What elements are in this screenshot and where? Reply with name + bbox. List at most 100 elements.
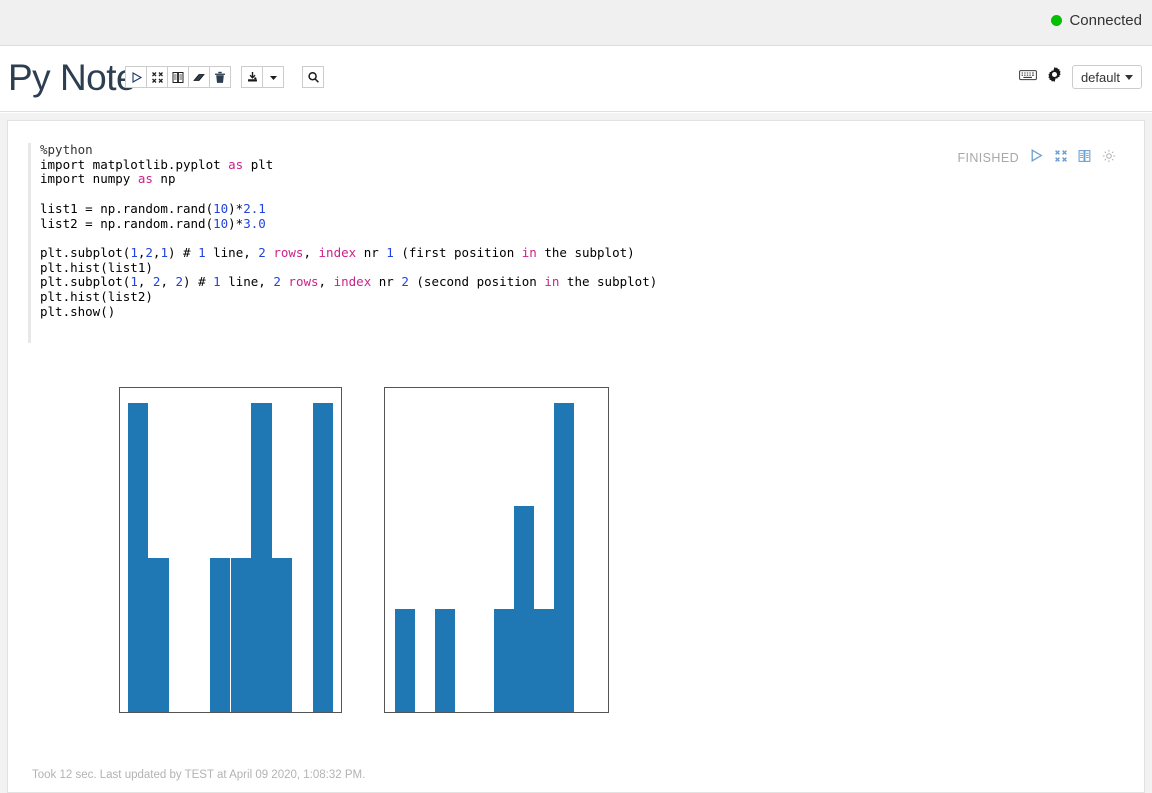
code-token: 2 [273,274,281,290]
y-tick-mark [384,506,385,507]
code-editor[interactable]: %python import matplotlib.pyplot as plt … [28,142,948,343]
gear-icon[interactable] [1047,67,1062,87]
code-token: in [544,274,560,290]
y-tick-mark [119,712,120,713]
export-dropdown-button[interactable] [262,66,284,88]
connection-status: Connected [1051,12,1142,29]
subplot-1: 0.000.250.500.751.001.251.501.752.000.51… [32,379,342,749]
matplotlib-figure: 0.000.250.500.751.001.251.501.752.000.51… [32,379,652,749]
x-tick-mark [604,712,605,713]
collapse-paragraph-button[interactable] [1054,149,1068,168]
code-token: 1 [213,274,221,290]
y-tick-mark [119,481,120,482]
code-token: list1 = np.random.rand( [40,200,214,216]
paragraph-output: 0.000.250.500.751.001.251.501.752.000.51… [32,379,652,759]
code-token: plt.subplot( [40,244,131,260]
minimize-icon [151,71,164,84]
histogram-bar [494,609,515,712]
delete-button[interactable] [209,66,231,88]
y-tick-mark [119,442,120,443]
code-token: nr [371,274,402,290]
interpreter-select[interactable]: default [1071,65,1142,89]
code-token: )* [228,215,244,231]
code-token: 1 [386,244,394,260]
run-all-button[interactable] [125,66,147,88]
histogram-bar [554,403,574,712]
search-button[interactable] [302,66,324,88]
status-badge: FINISHED [957,151,1019,165]
y-tick-mark [384,661,385,662]
code-token: the subplot) [536,244,635,260]
code-token: ) # [167,244,199,260]
code-token: line, [220,274,274,290]
paragraph-settings-button[interactable] [1102,149,1116,168]
code-content[interactable]: %python import matplotlib.pyplot as plt … [28,142,948,319]
code-token: as [137,171,153,187]
code-token: (second position [408,274,545,290]
code-token: np [152,171,176,187]
run-paragraph-button[interactable] [1029,148,1044,168]
caret-down-icon [268,72,279,83]
histogram-bar [251,403,272,712]
book-button[interactable] [167,66,189,88]
y-tick-mark [119,596,120,597]
download-icon [246,71,259,84]
clear-output-button[interactable] [188,66,210,88]
note-toolbar [125,66,324,88]
code-token: 1 [198,244,206,260]
code-token: plt.subplot( [40,274,131,290]
toolbar-search-group [302,66,324,88]
code-token: , [160,274,176,290]
code-token: 10 [213,200,229,216]
code-token: the subplot) [559,274,658,290]
book-icon [172,71,185,84]
y-tick-mark [119,673,120,674]
code-token: 2 [175,274,184,290]
paragraph-status-bar: FINISHED [957,148,1116,168]
chevron-down-icon [1125,74,1133,80]
line-numbers-button[interactable] [1078,149,1092,168]
keyboard-icon[interactable] [1019,68,1037,86]
y-tick-mark [119,635,120,636]
code-token: rows [265,244,304,260]
y-tick-mark [384,609,385,610]
code-token: list2 = np.random.rand( [40,215,214,231]
code-token: , [318,274,334,290]
paragraph-footer: Took 12 sec. Last updated by TEST at Apr… [32,769,366,781]
code-token: 1 [130,274,138,290]
editor-gutter [28,143,31,343]
y-tick-mark [119,519,120,520]
histogram-bar [127,403,149,712]
code-token: 10 [213,215,229,231]
export-button[interactable] [241,66,263,88]
code-token: , [303,244,319,260]
histogram-bar [148,557,169,712]
code-token: 3.0 [243,215,266,231]
x-tick-mark [569,712,570,713]
y-tick-mark [119,403,120,404]
x-tick-mark [138,712,139,713]
code-token: plt [243,156,274,172]
subplot-2: 0.00.51.01.52.02.53.00.00.51.01.52.02.53… [297,379,609,749]
y-tick-mark [384,712,385,713]
collapse-button[interactable] [146,66,168,88]
code-token: as [228,156,244,172]
histogram-bar [230,557,252,712]
eraser-icon [192,71,206,84]
toolbar-export-group [241,66,284,88]
code-token: , [137,274,153,290]
code-token: 2 [145,244,153,260]
x-tick-mark [427,712,428,713]
code-token: 2 [401,274,409,290]
code-token: 2 [258,244,266,260]
code-token: plt.show() [40,303,116,319]
y-tick-mark [384,403,385,404]
code-token: import matplotlib.pyplot [40,156,229,172]
search-icon [307,71,320,84]
histogram-bar [394,609,415,712]
code-token: rows [280,274,319,290]
code-token: line, [205,244,259,260]
paragraph-cell: %python import matplotlib.pyplot as plt … [7,120,1145,793]
histogram-2-axes: 0.00.51.01.52.02.53.00.00.51.01.52.02.53… [384,387,609,713]
code-token: in [521,244,537,260]
